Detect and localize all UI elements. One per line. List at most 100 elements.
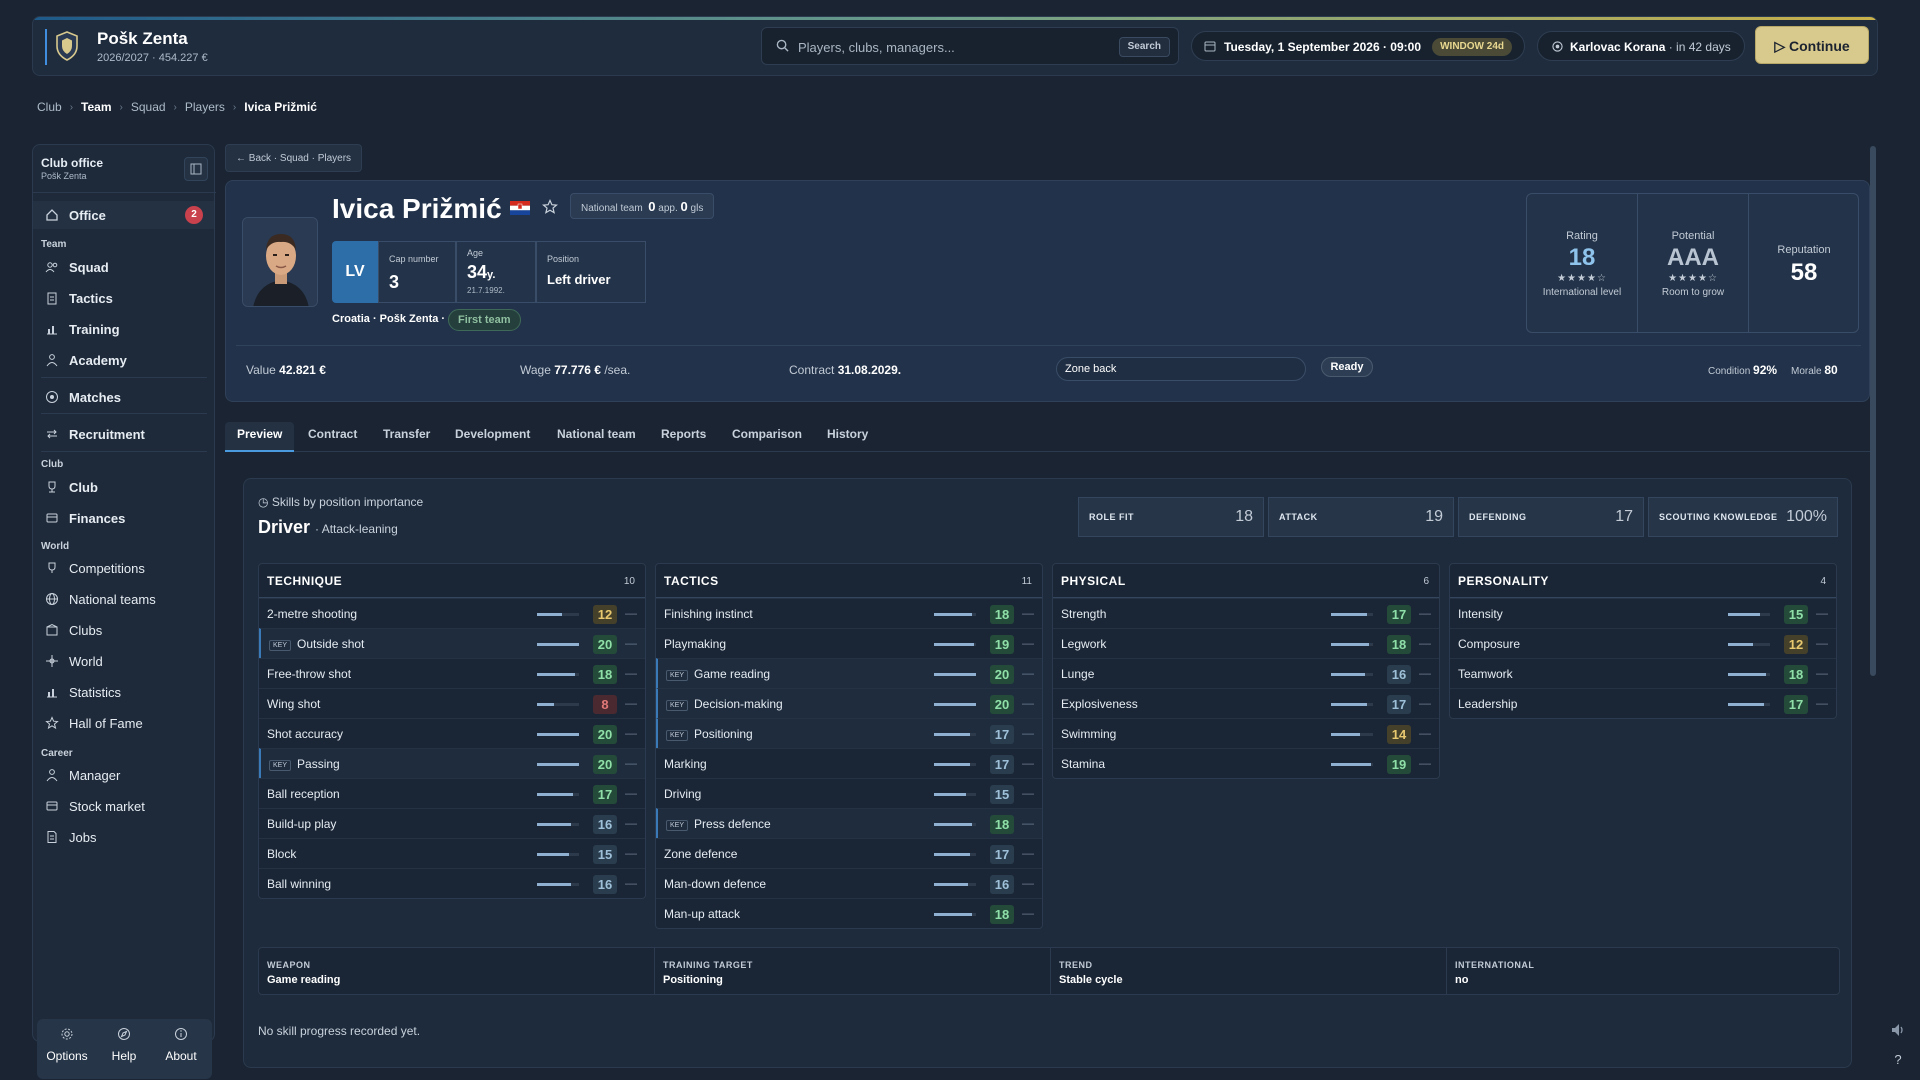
skill-row[interactable]: Zone defence 17 — bbox=[656, 838, 1042, 868]
tab-contract[interactable]: Contract bbox=[296, 422, 369, 452]
skill-column-count: 11 bbox=[1021, 576, 1032, 587]
about-button[interactable]: About bbox=[153, 1027, 209, 1073]
help-question-icon[interactable]: ? bbox=[1888, 1052, 1908, 1072]
skill-row[interactable]: Strength 17 — bbox=[1053, 598, 1439, 628]
skill-row[interactable]: Teamwork 18 — bbox=[1450, 658, 1836, 688]
sidebar-item-jobs[interactable]: Jobs bbox=[33, 823, 214, 851]
skill-row[interactable]: Legwork 18 — bbox=[1053, 628, 1439, 658]
back-button[interactable]: ← Back · Squad · Players bbox=[225, 144, 363, 172]
sidebar-item-stock-market[interactable]: Stock market bbox=[33, 792, 214, 820]
role-select[interactable]: Zone back bbox=[1056, 357, 1306, 381]
continue-button[interactable]: ▷ Continue bbox=[1755, 26, 1869, 64]
star-icon bbox=[45, 716, 59, 730]
sidebar-footer: Options Help About bbox=[37, 1019, 212, 1079]
skill-row[interactable]: Man-down defence 16 — bbox=[656, 868, 1042, 898]
sidebar-item-statistics[interactable]: Statistics bbox=[33, 678, 214, 706]
skill-row[interactable]: KEY Game reading 20 — bbox=[656, 658, 1042, 688]
help-button[interactable]: Help bbox=[96, 1027, 152, 1073]
skill-bar bbox=[1728, 643, 1770, 646]
tab-preview[interactable]: Preview bbox=[225, 422, 295, 452]
club-crest-icon[interactable] bbox=[55, 31, 79, 61]
skill-row[interactable]: Free-throw shot 18 — bbox=[259, 658, 645, 688]
skill-row[interactable]: KEY Press defence 18 — bbox=[656, 808, 1042, 838]
wage-unit: /sea. bbox=[604, 363, 631, 377]
sidebar-item-competitions[interactable]: Competitions bbox=[33, 554, 214, 582]
sidebar-item-world[interactable]: World bbox=[33, 647, 214, 675]
summary-scouting: SCOUTING KNOWLEDGE 100% bbox=[1648, 497, 1838, 537]
skill-row[interactable]: KEY Passing 20 — bbox=[259, 748, 645, 778]
nationality-club[interactable]: Croatia · Pošk Zenta · bbox=[332, 313, 445, 325]
sidebar-item-label: Stock market bbox=[69, 799, 145, 814]
sidebar-item-label: Academy bbox=[69, 353, 127, 368]
sidebar-item-training[interactable]: Training bbox=[33, 315, 214, 343]
tab-reports[interactable]: Reports bbox=[649, 422, 718, 452]
summary-label: DEFENDING bbox=[1469, 512, 1527, 522]
tab-transfer[interactable]: Transfer bbox=[371, 422, 442, 452]
skill-row[interactable]: KEY Outside shot 20 — bbox=[259, 628, 645, 658]
sidebar-item-finances[interactable]: Finances bbox=[33, 504, 214, 532]
skill-row[interactable]: Driving 15 — bbox=[656, 778, 1042, 808]
breadcrumb-squad[interactable]: Squad bbox=[131, 100, 166, 114]
skill-row[interactable]: Build-up play 16 — bbox=[259, 808, 645, 838]
skill-bar-fill bbox=[1331, 643, 1369, 646]
sidebar-item-hall-of-fame[interactable]: Hall of Fame bbox=[33, 709, 214, 737]
skill-row[interactable]: Ball winning 16 — bbox=[259, 868, 645, 898]
search-input[interactable] bbox=[798, 36, 1098, 58]
skill-row[interactable]: Composure 12 — bbox=[1450, 628, 1836, 658]
tab-development[interactable]: Development bbox=[443, 422, 542, 452]
reputation-value: 58 bbox=[1790, 259, 1818, 286]
sidebar-collapse-button[interactable] bbox=[184, 157, 208, 181]
skill-row[interactable]: KEY Positioning 17 — bbox=[656, 718, 1042, 748]
tab-national-team[interactable]: National team bbox=[545, 422, 648, 452]
sidebar-item-tactics[interactable]: Tactics bbox=[33, 284, 214, 312]
skill-row[interactable]: Ball reception 17 — bbox=[259, 778, 645, 808]
sidebar-item-matches[interactable]: Matches bbox=[33, 383, 214, 411]
sidebar-item-clubs[interactable]: Clubs bbox=[33, 616, 214, 644]
page-scrollbar[interactable] bbox=[1870, 146, 1876, 676]
sidebar-item-manager[interactable]: Manager bbox=[33, 761, 214, 789]
skill-row[interactable]: Finishing instinct 18 — bbox=[656, 598, 1042, 628]
skill-row[interactable]: Playmaking 19 — bbox=[656, 628, 1042, 658]
tab-history[interactable]: History bbox=[815, 422, 880, 452]
summary-defending: DEFENDING 17 bbox=[1458, 497, 1644, 537]
skill-name: Intensity bbox=[1458, 607, 1503, 621]
next-match[interactable]: Karlovac Korana · in 42 days bbox=[1537, 31, 1745, 61]
breadcrumb-team[interactable]: Team bbox=[81, 100, 111, 114]
skill-bar-fill bbox=[1331, 703, 1367, 706]
breadcrumb-club[interactable]: Club bbox=[37, 100, 62, 114]
sidebar-item-squad[interactable]: Squad bbox=[33, 253, 214, 281]
breadcrumb-players[interactable]: Players bbox=[185, 100, 225, 114]
skill-row[interactable]: Shot accuracy 20 — bbox=[259, 718, 645, 748]
skill-row[interactable]: Leadership 17 — bbox=[1450, 688, 1836, 718]
skill-row[interactable]: Block 15 — bbox=[259, 838, 645, 868]
skill-row[interactable]: Man-up attack 18 — bbox=[656, 898, 1042, 928]
skill-row[interactable]: Wing shot 8 — bbox=[259, 688, 645, 718]
skill-row[interactable]: Stamina 19 — bbox=[1053, 748, 1439, 778]
tab-comparison[interactable]: Comparison bbox=[720, 422, 814, 452]
sidebar-item-club[interactable]: Club bbox=[33, 473, 214, 501]
sidebar-item-office[interactable]: Office 2 bbox=[33, 201, 214, 229]
sidebar-item-recruitment[interactable]: Recruitment bbox=[33, 420, 214, 448]
date-display[interactable]: Tuesday, 1 September 2026 · 09:00 WINDOW… bbox=[1191, 31, 1525, 61]
skill-bar bbox=[1331, 763, 1373, 766]
chart-icon bbox=[47, 326, 57, 335]
ball-icon bbox=[46, 391, 58, 403]
sidebar-item-label: Recruitment bbox=[69, 427, 145, 442]
options-button[interactable]: Options bbox=[39, 1027, 95, 1073]
skill-row[interactable]: Intensity 15 — bbox=[1450, 598, 1836, 628]
morale-value: 80 bbox=[1824, 363, 1838, 377]
sidebar-item-national-teams[interactable]: National teams bbox=[33, 585, 214, 613]
skill-row[interactable]: Marking 17 — bbox=[656, 748, 1042, 778]
sidebar-item-academy[interactable]: Academy bbox=[33, 346, 214, 374]
skill-row[interactable]: Swimming 14 — bbox=[1053, 718, 1439, 748]
volume-icon[interactable] bbox=[1888, 1020, 1908, 1040]
skill-row[interactable]: KEY Decision-making 20 — bbox=[656, 688, 1042, 718]
favourite-star-icon[interactable] bbox=[542, 199, 558, 215]
skill-row[interactable]: 2-metre shooting 12 — bbox=[259, 598, 645, 628]
skill-value: 19 bbox=[990, 635, 1014, 654]
search-button[interactable]: Search bbox=[1118, 37, 1170, 57]
skill-value: 18 bbox=[593, 665, 617, 684]
skill-bar bbox=[1728, 673, 1770, 676]
skill-row[interactable]: Explosiveness 17 — bbox=[1053, 688, 1439, 718]
skill-row[interactable]: Lunge 16 — bbox=[1053, 658, 1439, 688]
